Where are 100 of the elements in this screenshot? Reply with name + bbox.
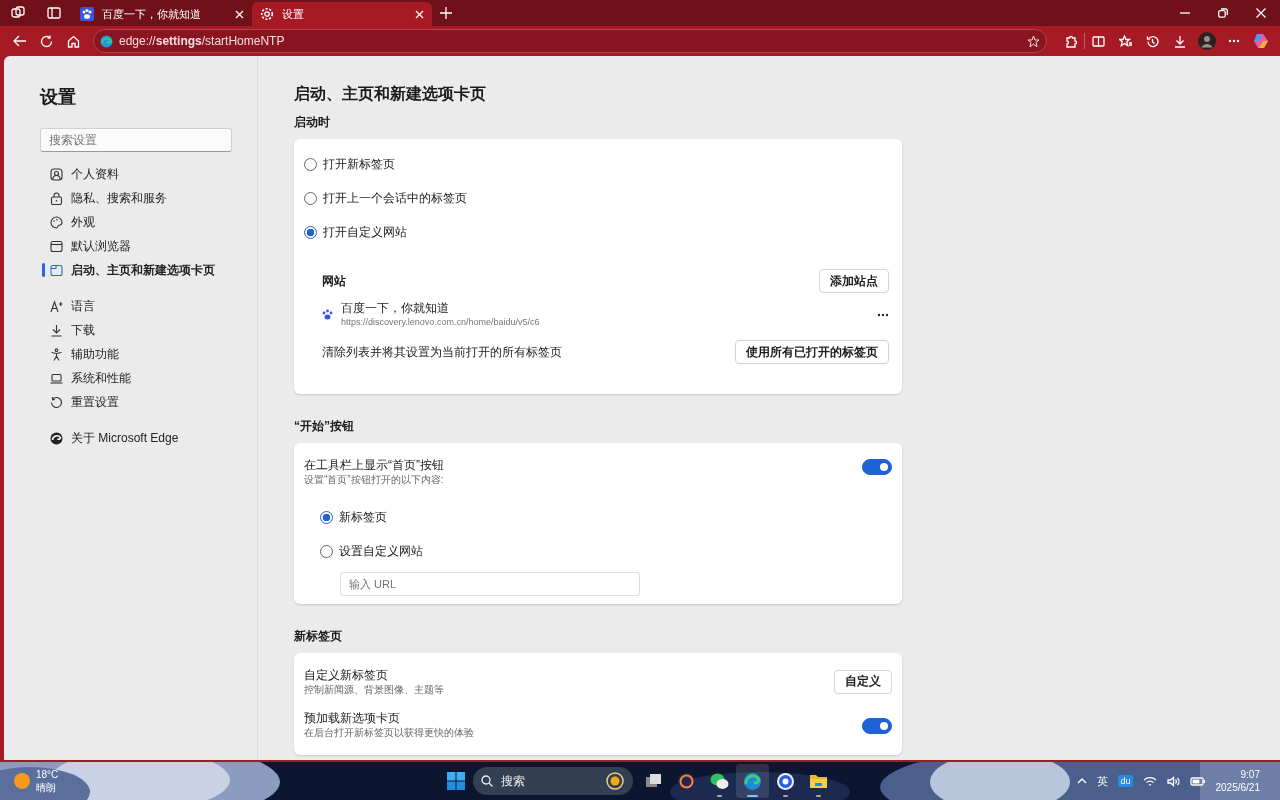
copilot-icon[interactable]: [1252, 33, 1269, 49]
clear-list-text: 清除列表并将其设置为当前打开的所有标签页: [322, 343, 562, 361]
input-method-indicator[interactable]: 英: [1097, 773, 1109, 789]
temperature: 18°C: [36, 768, 59, 781]
lock-icon: [50, 191, 63, 205]
radio-button[interactable]: [320, 544, 333, 558]
start-icon[interactable]: [447, 772, 465, 790]
split-screen-icon[interactable]: [1092, 34, 1105, 48]
sidebar-item[interactable]: 默认浏览器: [40, 234, 231, 258]
sidebar-item[interactable]: 启动、主页和新建选项卡页: [40, 258, 231, 282]
close-icon[interactable]: [415, 9, 424, 19]
sidebar-item[interactable]: 关于 Microsoft Edge: [40, 426, 231, 450]
date: 2025/6/21: [1215, 781, 1260, 794]
radio-label: 新标签页: [339, 508, 387, 526]
setting-description: 设置“首页”按钮打开的以下内容:: [304, 473, 444, 486]
paw-icon: [322, 309, 333, 320]
section-heading: 新标签页: [294, 628, 343, 644]
chat-bubbles-icon: [710, 771, 729, 791]
wifi-icon[interactable]: [1142, 775, 1157, 787]
edge-logo-icon: [50, 431, 63, 445]
gear-icon: [260, 7, 274, 21]
taskbar-search[interactable]: 搜索: [473, 767, 633, 795]
weather-condition: 晴朗: [36, 781, 57, 794]
orb-icon: [677, 771, 696, 791]
sidebar-item[interactable]: 隐私、搜索和服务: [40, 186, 231, 210]
radio-button[interactable]: [304, 157, 317, 171]
more-icon[interactable]: [877, 312, 889, 317]
language-icon: [50, 299, 63, 313]
radio-button[interactable]: [304, 225, 317, 239]
sidebar-item[interactable]: 系统和性能: [40, 366, 231, 390]
sidebar-item[interactable]: 下载: [40, 318, 231, 342]
browser-window-icon: [50, 263, 63, 277]
close-icon[interactable]: [235, 9, 244, 19]
battery-icon[interactable]: [1189, 776, 1206, 786]
setting-description: 控制新闻源、背景图像、主题等: [304, 683, 444, 696]
sidebar-item[interactable]: 个人资料: [40, 162, 231, 186]
setting-label: 在工具栏上显示“首页”按钮: [304, 457, 444, 473]
star-icon[interactable]: [1027, 34, 1040, 48]
setting-label: 预加载新选项卡页: [304, 710, 401, 726]
sidebar-item[interactable]: 重置设置: [40, 390, 231, 414]
radio-label: 设置自定义网站: [339, 542, 423, 560]
section-heading: “开始”按钮: [294, 418, 355, 434]
circle-app-icon: [776, 771, 795, 791]
sidebar-item[interactable]: 辅助功能: [40, 342, 231, 366]
sidebar-item[interactable]: 外观: [40, 210, 231, 234]
puzzle-icon[interactable]: [1064, 34, 1077, 48]
radio-label: 打开自定义网站: [323, 223, 407, 241]
taskbar-app[interactable]: [736, 764, 769, 798]
download-icon[interactable]: [1173, 34, 1186, 48]
refresh-icon[interactable]: [40, 34, 53, 48]
speaker-icon[interactable]: [1166, 775, 1180, 787]
toggle-switch[interactable]: [862, 459, 892, 475]
address-bar[interactable]: edge://settings/startHomeNTP: [93, 29, 1047, 53]
time: 9:07: [1239, 768, 1260, 781]
site-title: 百度一下，你就知道: [341, 301, 450, 316]
toggle-switch[interactable]: [862, 717, 892, 734]
browser-tab[interactable]: 百度一下，你就知道: [72, 2, 252, 26]
back-icon[interactable]: [12, 35, 27, 47]
sunrise-icon: [605, 771, 625, 791]
chevron-up-icon[interactable]: [1077, 778, 1088, 784]
search-field[interactable]: 搜索设置: [40, 128, 232, 152]
radio-button[interactable]: [320, 510, 333, 524]
sites-heading: 网站: [322, 272, 346, 290]
history-icon[interactable]: [1146, 34, 1159, 48]
palette-icon: [50, 215, 63, 229]
url-field[interactable]: 输入 URL: [340, 572, 640, 596]
download-icon: [50, 323, 63, 337]
section-heading: 启动时: [294, 114, 331, 130]
reset-icon: [50, 395, 63, 409]
page-title: 启动、主页和新建选项卡页: [294, 84, 487, 104]
sidebar-title: 设置: [40, 86, 77, 108]
edge-logo-icon: [100, 34, 113, 48]
search-icon: [481, 775, 493, 787]
restore-icon[interactable]: [1218, 8, 1228, 18]
radio-label: 打开上一个会话中的标签页: [323, 189, 467, 207]
person-icon: [50, 167, 63, 181]
tab-actions-icon[interactable]: [47, 6, 61, 20]
setting-label: 自定义新标签页: [304, 667, 389, 683]
laptop-icon: [50, 371, 63, 385]
sun-icon: [14, 773, 30, 789]
favorites-icon[interactable]: [1118, 34, 1133, 48]
setting-description: 在后台打开新标签页以获得更快的体验: [304, 726, 474, 739]
workspaces-icon[interactable]: [11, 6, 25, 20]
radio-label: 打开新标签页: [323, 155, 395, 173]
home-icon[interactable]: [67, 34, 80, 48]
ime-logo[interactable]: du: [1118, 775, 1133, 787]
more-icon[interactable]: [1227, 39, 1240, 43]
edge-logo-icon: [743, 771, 762, 791]
accessibility-icon: [50, 347, 63, 361]
close-icon[interactable]: [1256, 8, 1266, 18]
site-url: https://discovery.lenovo.com.cn/home/baidu/v5/c6: [341, 316, 541, 328]
use-open-tabs-button[interactable]: 使用所有已打开的标签页: [735, 340, 889, 364]
add-site-button[interactable]: 添加站点: [819, 269, 889, 293]
paw-icon: [80, 7, 94, 21]
browser-tab[interactable]: 设置: [252, 2, 432, 26]
avatar-icon[interactable]: [1197, 32, 1216, 50]
radio-button[interactable]: [304, 191, 317, 205]
sidebar-item[interactable]: 语言: [40, 294, 231, 318]
new-tab-icon[interactable]: [440, 7, 452, 19]
customize-button[interactable]: 自定义: [834, 669, 892, 694]
